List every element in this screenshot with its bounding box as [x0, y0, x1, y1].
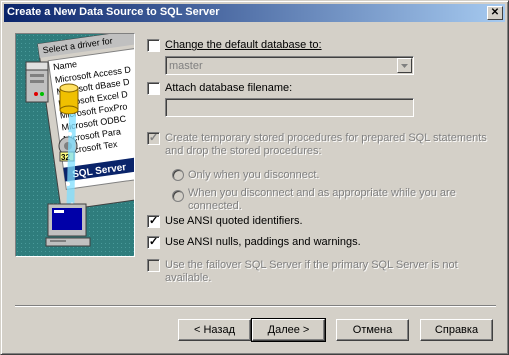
- failover-label-line1: Use the failover SQL Server if the prima…: [165, 259, 458, 271]
- database-combobox-value: master: [169, 60, 203, 72]
- next-button[interactable]: Далее >: [251, 318, 326, 342]
- ansi-quoted-identifiers-label: Use ANSI quoted identifiers.: [165, 215, 303, 227]
- checkmark-icon: ✓: [149, 215, 159, 227]
- help-button[interactable]: Справка: [420, 319, 493, 341]
- temp-procedures-label-line2: and drop the stored procedures:: [165, 145, 322, 157]
- next-button-label: Далее >: [267, 324, 310, 336]
- temp-procedures-label-line1: Create temporary stored procedures for p…: [165, 132, 487, 144]
- window-title: Create a New Data Source to SQL Server: [7, 6, 220, 18]
- illustration-art: Select a driver for Name Microsoft Acces…: [16, 34, 134, 256]
- database-combobox[interactable]: master: [165, 56, 414, 75]
- radio-disconnect-and-appropriate-label-line2: connected.: [188, 200, 242, 212]
- title-bar[interactable]: Create a New Data Source to SQL Server ✕: [4, 4, 505, 22]
- ansi-quoted-identifiers-checkbox[interactable]: ✓: [147, 215, 160, 228]
- ansi-nulls-checkbox[interactable]: ✓: [147, 236, 160, 249]
- dialog-window: Create a New Data Source to SQL Server ✕…: [0, 0, 509, 355]
- back-button[interactable]: < Назад: [178, 319, 251, 341]
- radio-only-on-disconnect-label: Only when you disconnect.: [188, 169, 320, 181]
- cancel-button-label: Отмена: [352, 324, 393, 336]
- change-database-checkbox[interactable]: [147, 39, 160, 52]
- close-button[interactable]: ✕: [487, 6, 503, 20]
- wizard-illustration: Select a driver for Name Microsoft Acces…: [15, 33, 135, 257]
- failover-label-line2: available.: [165, 272, 212, 284]
- radio-disconnect-and-appropriate[interactable]: [172, 190, 184, 202]
- failover-checkbox[interactable]: [147, 259, 160, 272]
- checkmark-icon: ✓: [149, 132, 159, 144]
- separator: [15, 305, 496, 307]
- attach-database-checkbox[interactable]: [147, 82, 160, 95]
- radio-only-on-disconnect[interactable]: [172, 169, 184, 181]
- database-icon: [59, 83, 79, 115]
- radio-disconnect-and-appropriate-label-line1: When you disconnect and as appropriate w…: [188, 187, 456, 199]
- database-combobox-dropdown[interactable]: [397, 58, 412, 73]
- checkmark-icon: ✓: [149, 236, 159, 248]
- attach-database-filename-field[interactable]: [165, 98, 414, 117]
- help-button-label: Справка: [434, 324, 479, 336]
- dropdown-arrow-icon: [401, 63, 408, 68]
- server-icon: [25, 61, 49, 103]
- attach-database-label: Attach database filename:: [165, 82, 293, 94]
- temp-procedures-checkbox[interactable]: ✓: [147, 132, 160, 145]
- computer-icon: [45, 203, 91, 247]
- close-icon: ✕: [490, 7, 500, 18]
- back-button-label: < Назад: [194, 324, 235, 336]
- cancel-button[interactable]: Отмена: [336, 319, 409, 341]
- ansi-nulls-label: Use ANSI nulls, paddings and warnings.: [165, 236, 361, 248]
- change-database-label: Change the default database to:: [165, 39, 322, 51]
